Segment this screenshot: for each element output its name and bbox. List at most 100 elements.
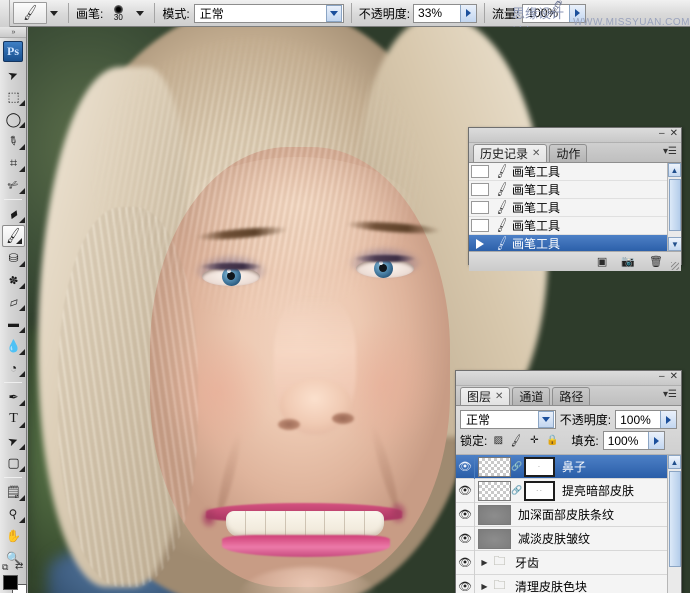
- brush-tool[interactable]: 🖌: [2, 225, 25, 247]
- minimize-icon[interactable]: –: [659, 128, 665, 140]
- panel-menu-icon[interactable]: ▾☰: [663, 146, 677, 157]
- layers-scrollbar-thumb[interactable]: [669, 471, 681, 567]
- tab-history-close-icon[interactable]: ✕: [532, 148, 540, 159]
- lock-all-icon[interactable]: 🔒: [545, 434, 559, 448]
- history-state-row[interactable]: 🖌 画笔工具: [469, 199, 681, 217]
- layer-row[interactable]: 👁 加深面部皮肤条纹: [456, 502, 681, 527]
- layer-visibility-eye-icon[interactable]: 👁: [456, 455, 475, 479]
- move-tool[interactable]: ➤: [0, 64, 27, 86]
- tab-paths[interactable]: 路径: [552, 387, 591, 405]
- blend-mode-chevron-down-icon[interactable]: [325, 4, 342, 22]
- layer-visibility-eye-icon[interactable]: 👁: [456, 478, 475, 503]
- layer-group-row[interactable]: 👁 ▶ 🗀 牙齿: [456, 550, 681, 575]
- layer-mask-link-icon[interactable]: 🔗: [511, 485, 522, 496]
- close-icon[interactable]: ✕: [670, 128, 678, 140]
- swap-colors-icon[interactable]: ⇄: [15, 561, 23, 572]
- clone-stamp-tool[interactable]: ⛁: [0, 247, 27, 269]
- toolbox-grip[interactable]: »: [0, 27, 26, 38]
- layer-group-row[interactable]: 👁 ▶ 🗀 清理皮肤色块: [456, 574, 681, 593]
- blend-mode-select[interactable]: 正常: [193, 3, 344, 23]
- close-icon[interactable]: ✕: [670, 371, 678, 383]
- layer-thumbnail[interactable]: [478, 480, 511, 501]
- blur-tool[interactable]: 💧: [0, 335, 27, 357]
- history-state-row[interactable]: 🖌 画笔工具: [469, 217, 681, 235]
- layer-blend-mode-chevron-down-icon[interactable]: [537, 411, 554, 428]
- magic-wand-tool[interactable]: ✎: [0, 130, 27, 152]
- history-snapshot-source-checkbox[interactable]: [471, 219, 489, 232]
- layers-panel-titlebar[interactable]: – ✕: [456, 371, 681, 386]
- path-selection-tool[interactable]: ➤: [0, 430, 27, 452]
- history-scrollbar[interactable]: ▲ ▼: [667, 163, 681, 251]
- slice-tool[interactable]: ✄: [0, 174, 27, 196]
- layer-row[interactable]: 👁 🔗 ·· 提亮暗部皮肤: [456, 478, 681, 503]
- layer-mask-link-icon[interactable]: 🔗: [511, 461, 522, 472]
- history-state-row[interactable]: 🖌 画笔工具: [469, 163, 681, 181]
- notes-tool[interactable]: 🗒: [0, 481, 27, 503]
- group-expand-triangle-icon[interactable]: ▶: [478, 558, 491, 567]
- layer-list[interactable]: 👁 🔗 · 鼻子 👁 🔗 ·· 提亮暗部皮肤 👁 加深面部皮肤条纹 👁 减淡皮肤…: [456, 455, 681, 593]
- layer-blend-mode-select[interactable]: 正常: [460, 410, 556, 429]
- lock-transparency-icon[interactable]: ▨: [491, 434, 505, 448]
- layer-thumbnail[interactable]: [478, 504, 511, 525]
- layer-opacity-field[interactable]: 100%: [615, 410, 677, 429]
- layer-visibility-eye-icon[interactable]: 👁: [456, 502, 475, 527]
- layer-row[interactable]: 👁 减淡皮肤皱纹: [456, 526, 681, 551]
- brush-preset-chevron-down-icon[interactable]: [133, 2, 147, 24]
- panel-menu-icon[interactable]: ▾☰: [663, 389, 677, 400]
- foreground-color-swatch[interactable]: [3, 575, 18, 590]
- eyedropper-tool[interactable]: ⚲: [0, 503, 27, 525]
- dodge-tool[interactable]: ◔: [0, 357, 27, 379]
- opacity-slider-arrow-icon[interactable]: [460, 4, 477, 22]
- tab-history[interactable]: 历史记录 ✕: [473, 144, 548, 162]
- layers-scrollbar[interactable]: ▲: [667, 455, 681, 593]
- opacity-field[interactable]: 33%: [413, 3, 478, 23]
- resize-grip[interactable]: [671, 262, 679, 270]
- hand-tool[interactable]: ✋: [0, 525, 27, 547]
- history-state-list[interactable]: 🖌 画笔工具 🖌 画笔工具 🖌 画笔工具 🖌 画笔工具 🖌 画笔工具 ▲ ▼: [469, 163, 681, 251]
- new-document-from-state-button[interactable]: ▣: [597, 255, 607, 268]
- history-scrollbar-thumb[interactable]: [669, 179, 681, 231]
- delete-state-button[interactable]: 🗑: [649, 255, 663, 268]
- minimize-icon[interactable]: –: [659, 371, 665, 383]
- rectangle-shape-tool[interactable]: ▢: [0, 452, 27, 474]
- lock-image-icon[interactable]: 🖌: [508, 432, 525, 449]
- layer-visibility-eye-icon[interactable]: 👁: [456, 574, 475, 593]
- history-snapshot-source-checkbox[interactable]: [471, 201, 489, 214]
- layer-thumbnail[interactable]: [478, 528, 511, 549]
- layer-visibility-eye-icon[interactable]: 👁: [456, 526, 475, 551]
- eraser-tool[interactable]: ▱: [0, 291, 27, 313]
- chevron-down-icon[interactable]: ▼: [668, 237, 681, 251]
- history-panel-titlebar[interactable]: – ✕: [469, 128, 681, 143]
- history-snapshot-source-checkbox[interactable]: [471, 165, 489, 178]
- layer-fill-slider-arrow-icon[interactable]: [647, 432, 664, 449]
- tab-channels[interactable]: 通道: [512, 387, 551, 405]
- layer-fill-field[interactable]: 100%: [602, 431, 665, 450]
- brush-preset-preview[interactable]: 30: [103, 1, 133, 25]
- healing-brush-tool[interactable]: ▰: [0, 203, 27, 225]
- layer-thumbnail[interactable]: [478, 456, 511, 477]
- history-brush-tool[interactable]: ✽: [0, 269, 27, 291]
- pen-tool[interactable]: ✒: [0, 386, 27, 408]
- tool-preset-chevron-down-icon[interactable]: [47, 2, 61, 24]
- options-bar-grip[interactable]: [0, 0, 10, 27]
- chevron-up-icon[interactable]: ▲: [668, 455, 681, 469]
- gradient-tool[interactable]: ▬: [0, 313, 27, 335]
- layer-mask-thumbnail[interactable]: ·: [524, 456, 555, 477]
- history-snapshot-source-checkbox[interactable]: [471, 183, 489, 196]
- layer-opacity-slider-arrow-icon[interactable]: [660, 411, 676, 428]
- type-tool[interactable]: T: [0, 408, 27, 430]
- history-state-row[interactable]: 🖌 画笔工具: [469, 181, 681, 199]
- chevron-up-icon[interactable]: ▲: [668, 163, 681, 177]
- layer-visibility-eye-icon[interactable]: 👁: [456, 550, 475, 575]
- marquee-tool[interactable]: ⬚: [0, 86, 27, 108]
- group-expand-triangle-icon[interactable]: ▶: [478, 582, 491, 591]
- default-colors-icon[interactable]: ⧉: [2, 562, 8, 573]
- new-snapshot-button[interactable]: 📷: [621, 255, 635, 268]
- tab-layers-close-icon[interactable]: ✕: [495, 391, 503, 402]
- tab-layers[interactable]: 图层 ✕: [460, 387, 511, 405]
- history-state-row-selected[interactable]: 🖌 画笔工具: [469, 235, 681, 251]
- layer-mask-thumbnail[interactable]: ··: [524, 480, 555, 501]
- brush-tool-icon[interactable]: 🖌: [13, 2, 47, 24]
- crop-tool[interactable]: ⌗: [0, 152, 27, 174]
- tab-actions[interactable]: 动作: [549, 144, 588, 162]
